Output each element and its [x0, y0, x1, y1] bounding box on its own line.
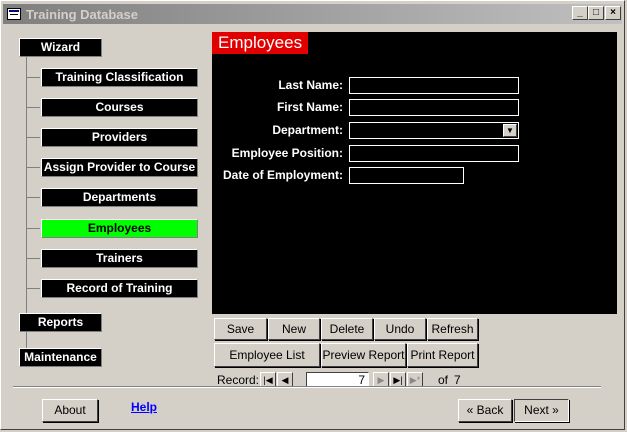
date-of-employment-label: Date of Employment: [222, 168, 343, 182]
first-name-label: First Name: [276, 100, 343, 114]
refresh-button[interactable]: Refresh [427, 318, 478, 340]
delete-button[interactable]: Delete [321, 318, 373, 340]
nav-courses[interactable]: Courses [41, 98, 198, 117]
chevron-down-icon[interactable]: ▼ [503, 124, 517, 137]
save-button[interactable]: Save [214, 318, 267, 340]
close-button[interactable]: × [605, 6, 621, 20]
app-window: Training Database _ □ × Wizard Training … [0, 0, 625, 430]
last-name-label: Last Name: [278, 78, 343, 92]
position-field[interactable] [349, 145, 519, 162]
nav-assign-provider[interactable]: Assign Provider to Course [41, 158, 198, 177]
nav-providers[interactable]: Providers [41, 128, 198, 147]
employee-list-button[interactable]: Employee List [214, 343, 320, 367]
window-title: Training Database [26, 6, 138, 22]
position-label: Employee Position: [231, 146, 343, 160]
preview-report-button[interactable]: Preview Report [321, 343, 406, 367]
undo-button[interactable]: Undo [374, 318, 426, 340]
nav-departments[interactable]: Departments [41, 188, 198, 207]
title-bar[interactable]: Training Database _ □ × [3, 4, 622, 24]
department-label: Department: [272, 123, 343, 137]
first-name-field[interactable] [349, 99, 519, 116]
tree-branch [26, 137, 40, 138]
employee-form-panel: Employees Last Name: First Name: Departm… [212, 32, 617, 314]
form-heading: Employees [212, 32, 309, 54]
record-label: Record: [217, 373, 260, 387]
date-of-employment-field[interactable] [349, 167, 464, 184]
tree-branch [26, 77, 40, 78]
nav-record-of-training[interactable]: Record of Training [41, 279, 198, 298]
tree-branch [26, 228, 40, 229]
next-button[interactable]: Next » [514, 399, 569, 422]
department-select[interactable]: ▼ [349, 122, 519, 139]
nav-employees[interactable]: Employees [41, 219, 198, 238]
nav-trainers[interactable]: Trainers [41, 249, 198, 268]
record-of-label: of [438, 373, 449, 387]
tree-branch [26, 197, 40, 198]
back-button[interactable]: « Back [458, 399, 512, 422]
help-link[interactable]: Help [131, 400, 157, 414]
tree-branch [26, 258, 40, 259]
wizard-button[interactable]: Wizard [19, 38, 102, 57]
maximize-button[interactable]: □ [588, 6, 604, 20]
tree-branch [26, 107, 40, 108]
form-icon [7, 8, 21, 20]
about-button[interactable]: About [42, 399, 98, 422]
tree-branch [26, 167, 40, 168]
record-total: 7 [454, 373, 461, 387]
new-button[interactable]: New [268, 318, 320, 340]
last-name-field[interactable] [349, 77, 519, 94]
minimize-button[interactable]: _ [572, 6, 588, 20]
tree-line [26, 56, 27, 316]
reports-button[interactable]: Reports [19, 313, 102, 332]
nav-training-classification[interactable]: Training Classification [41, 68, 198, 87]
maintenance-button[interactable]: Maintenance [19, 348, 102, 367]
tree-branch [26, 288, 40, 289]
footer-divider [13, 386, 601, 388]
print-report-button[interactable]: Print Report [407, 343, 478, 367]
